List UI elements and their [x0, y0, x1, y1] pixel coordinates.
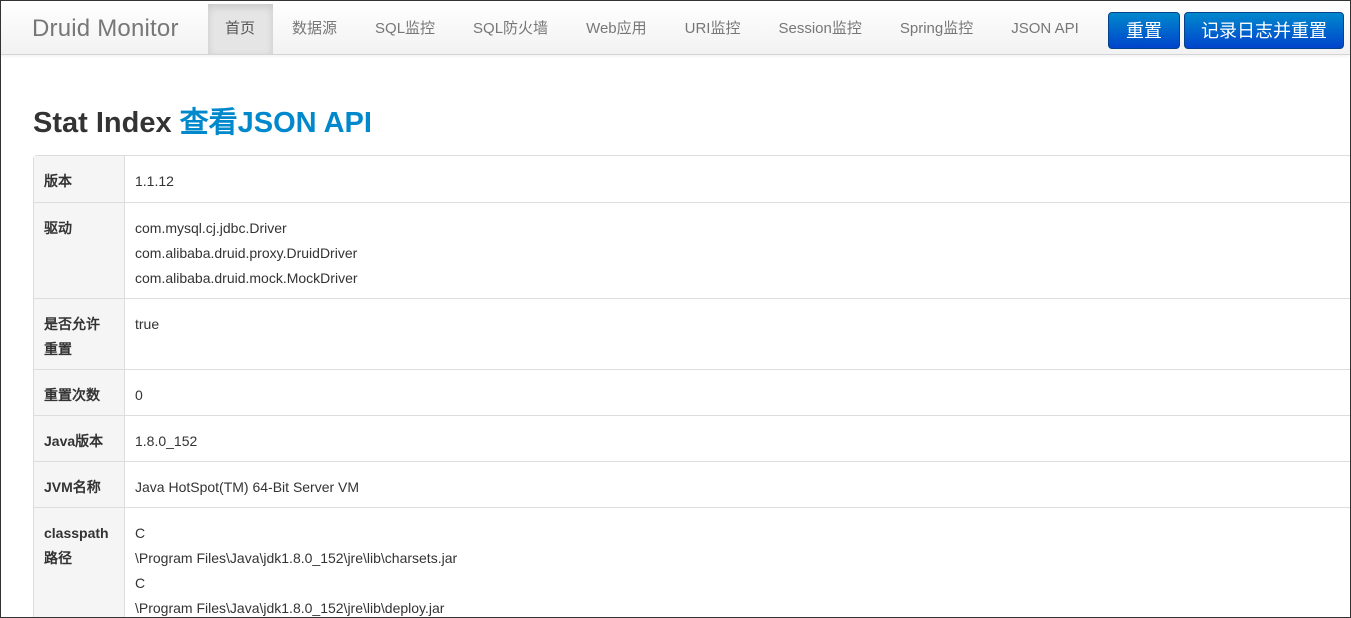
nav-item-uri-monitor[interactable]: URI监控 — [666, 4, 760, 54]
row-label-jvm-name: JVM名称 — [34, 461, 124, 507]
driver-item: com.mysql.cj.jdbc.Driver — [135, 220, 287, 236]
row-value-version: 1.1.12 — [124, 156, 1350, 202]
nav-item-spring-monitor[interactable]: Spring监控 — [881, 4, 992, 54]
row-label-java-version: Java版本 — [34, 415, 124, 461]
driver-item: com.alibaba.druid.mock.MockDriver — [135, 270, 358, 286]
page-title: Stat Index 查看JSON API — [33, 99, 372, 141]
nav-item-json-api[interactable]: JSON API — [992, 4, 1098, 54]
table-row-java-version: Java版本 1.8.0_152 — [34, 415, 1350, 461]
main-nav: 首页 数据源 SQL监控 SQL防火墙 Web应用 URI监控 Session监… — [208, 4, 1098, 54]
page-title-text: Stat Index — [33, 107, 172, 139]
row-value-reset-enable: true — [124, 298, 1350, 369]
table-row-reset-count: 重置次数 0 — [34, 369, 1350, 415]
stat-table: 版本 1.1.12 驱动 com.mysql.cj.jdbc.Driver co… — [33, 155, 1350, 617]
classpath-item: C — [135, 525, 146, 541]
nav-item-session-monitor[interactable]: Session监控 — [759, 4, 880, 54]
table-row-classpath: classpath 路径 C \Program Files\Java\jdk1.… — [34, 507, 1350, 617]
classpath-item: C — [135, 575, 146, 591]
nav-item-home[interactable]: 首页 — [208, 4, 274, 54]
row-label-line: classpath — [44, 525, 109, 541]
row-label-drivers: 驱动 — [34, 202, 124, 298]
classpath-item: \Program Files\Java\jdk1.8.0_152\jre\lib… — [135, 550, 458, 566]
row-value-classpath: C \Program Files\Java\jdk1.8.0_152\jre\l… — [124, 507, 1350, 617]
top-navbar: Druid Monitor 首页 数据源 SQL监控 SQL防火墙 Web应用 … — [1, 1, 1350, 55]
row-value-drivers: com.mysql.cj.jdbc.Driver com.alibaba.dru… — [124, 202, 1350, 298]
row-label-line: 重置 — [44, 341, 72, 357]
nav-item-web-app[interactable]: Web应用 — [567, 4, 666, 54]
browser-frame: Druid Monitor 首页 数据源 SQL监控 SQL防火墙 Web应用 … — [0, 0, 1351, 618]
brand-logo[interactable]: Druid Monitor — [32, 15, 179, 43]
row-value-jvm-name: Java HotSpot(TM) 64-Bit Server VM — [124, 461, 1350, 507]
row-value-java-version: 1.8.0_152 — [124, 415, 1350, 461]
row-label-classpath: classpath 路径 — [34, 507, 124, 617]
table-row-drivers: 驱动 com.mysql.cj.jdbc.Driver com.alibaba.… — [34, 202, 1350, 298]
nav-item-sql-firewall[interactable]: SQL防火墙 — [454, 4, 567, 54]
table-row-version: 版本 1.1.12 — [34, 156, 1350, 202]
json-api-link[interactable]: 查看JSON API — [180, 107, 372, 139]
row-label-version: 版本 — [34, 156, 124, 202]
nav-item-sql-monitor[interactable]: SQL监控 — [356, 4, 454, 54]
row-label-line: 是否允许 — [44, 316, 100, 332]
driver-item: com.alibaba.druid.proxy.DruidDriver — [135, 245, 358, 261]
classpath-item: \Program Files\Java\jdk1.8.0_152\jre\lib… — [135, 600, 445, 616]
row-label-reset-enable: 是否允许 重置 — [34, 298, 124, 369]
row-value-reset-count: 0 — [124, 369, 1350, 415]
table-row-jvm-name: JVM名称 Java HotSpot(TM) 64-Bit Server VM — [34, 461, 1350, 507]
nav-item-datasource[interactable]: 数据源 — [273, 4, 356, 54]
reset-button[interactable]: 重置 — [1108, 12, 1180, 49]
row-label-reset-count: 重置次数 — [34, 369, 124, 415]
table-row-reset-enable: 是否允许 重置 true — [34, 298, 1350, 369]
log-and-reset-button[interactable]: 记录日志并重置 — [1184, 12, 1344, 49]
row-label-line: 路径 — [44, 550, 72, 566]
